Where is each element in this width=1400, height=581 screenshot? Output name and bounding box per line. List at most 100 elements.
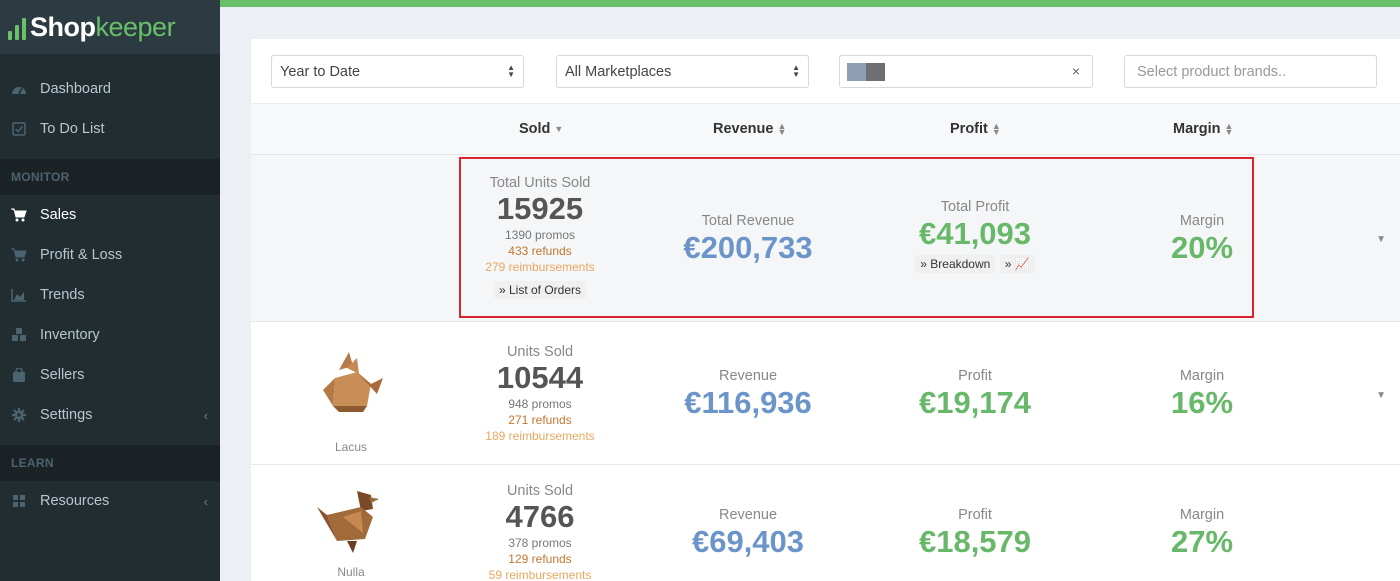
brand-second: keeper [95,11,176,42]
sales-panel: Year to Date ▲ ▼ All Marketplaces ▲ ▼ × Se… [251,39,1400,581]
margin-label: Margin [1179,507,1225,523]
total-profit-value: €41,093 [918,216,1032,251]
units-cell: Units Sold 4766 378 promos 129 refunds 5… [460,483,620,581]
sidebar-item-label: Inventory [40,327,100,343]
total-margin-label: Margin [1179,213,1225,229]
top-accent-bar [220,0,1400,7]
table-header: Sold ▼ Revenue ▲ ▼ Profit ▲ ▼ Margin ▲ ▼ [251,103,1400,155]
revenue-cell: Revenue €69,403 [668,507,828,561]
grid-icon [10,494,28,508]
sidebar-item-dashboard[interactable]: Dashboard [0,69,220,109]
total-margin-value: 20% [1170,230,1234,265]
learn-nav: Resources ‹ [0,481,220,521]
revenue-value: €116,936 [684,385,812,420]
sidebar-item-sales[interactable]: Sales [0,195,220,235]
sidebar-item-sellers[interactable]: Sellers [0,355,220,395]
brand-first: Shop [30,11,96,42]
table-row[interactable]: Lacus Units Sold 10544 948 promos 271 re… [251,322,1400,465]
sidebar-item-todo[interactable]: To Do List [0,109,220,149]
brand-name: Shopkeeper [30,11,176,43]
total-revenue-label: Total Revenue [701,213,795,229]
totals-margin-cell: Margin 20% [1122,213,1282,267]
section-learn-header: LEARN [0,445,220,481]
period-select-value: Year to Date [280,63,361,80]
profit-chart-button[interactable]: » 📈 [999,255,1035,273]
sort-desc-icon: ▼ [554,124,564,134]
monitor-nav: Sales Profit & Loss Trends Inventory Sel… [0,195,220,435]
product-select[interactable]: × [839,55,1093,88]
sidebar-item-settings[interactable]: Settings ‹ [0,395,220,435]
margin-label: Margin [1179,368,1225,384]
chevron-left-icon: ‹ [203,407,208,423]
breakdown-label: Breakdown [930,257,991,271]
sort-icon: ▲ ▼ [991,121,1001,137]
promos: 378 promos [508,536,572,550]
revenue-label: Revenue [718,507,778,523]
sidebar-item-label: Sales [40,207,77,223]
units-cell: Units Sold 10544 948 promos 271 refunds … [460,344,620,444]
refunds: 271 refunds [508,413,572,427]
table-row[interactable]: Nulla Units Sold 4766 378 promos 129 ref… [251,465,1400,581]
units-label: Units Sold [506,483,574,499]
logo[interactable]: Shopkeeper [0,0,220,54]
breakdown-button[interactable]: » Breakdown [915,255,996,273]
promos: 948 promos [508,397,572,411]
checkbox-icon [10,122,28,136]
units-label: Units Sold [506,344,574,360]
product-name: Nulla [337,565,365,579]
total-units-label: Total Units Sold [489,175,591,191]
sidebar-item-inventory[interactable]: Inventory [0,315,220,355]
col-margin-header[interactable]: Margin ▲ ▼ [1173,121,1233,137]
selected-product-chip[interactable] [847,62,885,81]
sidebar-item-label: Dashboard [40,81,111,97]
units-value: 4766 [505,499,575,534]
marketplace-select-value: All Marketplaces [565,63,672,80]
sidebar-item-trends[interactable]: Trends [0,275,220,315]
totals-row[interactable]: Total Units Sold 15925 1390 promos 433 r… [251,155,1400,322]
period-select[interactable]: Year to Date ▲ ▼ [271,55,524,88]
profit-cell: Profit €19,174 [895,368,1055,422]
col-sold-header[interactable]: Sold ▼ [519,121,563,137]
refunds: 129 refunds [508,552,572,566]
clear-icon[interactable]: × [1072,63,1080,79]
marketplace-select[interactable]: All Marketplaces ▲ ▼ [556,55,809,88]
totals-revenue-cell: Total Revenue €200,733 [668,213,828,267]
double-chevron-down-icon: » [498,283,506,297]
list-orders-button[interactable]: » List of Orders [493,281,587,299]
cart-icon [10,248,28,262]
select-arrows-icon: ▲ ▼ [507,63,515,79]
total-refunds: 433 refunds [508,244,572,258]
product-image[interactable] [313,348,389,421]
profit-value: €19,174 [918,385,1032,420]
sidebar-item-label: To Do List [40,121,105,137]
sidebar-nav: Dashboard To Do List [0,69,220,149]
revenue-label: Revenue [718,368,778,384]
select-arrows-icon: ▲ ▼ [792,63,800,79]
caret-down-icon[interactable]: ▼ [1376,390,1386,401]
reimbursements: 189 reimbursements [485,429,595,443]
totals-units-cell: Total Units Sold 15925 1390 promos 433 r… [460,175,620,299]
brand-select-input[interactable]: Select product brands.. [1124,55,1377,88]
profit-label: Profit [958,368,992,384]
sidebar-item-label: Resources [40,493,110,509]
profit-value: €18,579 [918,524,1032,559]
sidebar-item-label: Settings [40,407,93,423]
brand-placeholder: Select product brands.. [1137,63,1287,80]
chevron-left-icon: ‹ [203,493,208,509]
profit-label: Profit [958,507,992,523]
section-monitor-header: MONITOR [0,159,220,195]
reimbursements: 59 reimbursements [488,568,592,581]
product-image[interactable] [313,487,389,560]
sidebar-item-profit-loss[interactable]: Profit & Loss [0,235,220,275]
area-chart-icon: 📈 [1014,257,1030,271]
col-profit-label: Profit [950,121,988,137]
shopping-bag-icon [10,368,28,382]
double-chevron-down-icon: » [920,257,927,271]
list-orders-label: List of Orders [509,283,582,297]
total-profit-label: Total Profit [940,199,1010,215]
sidebar-item-label: Sellers [40,367,85,383]
col-profit-header[interactable]: Profit ▲ ▼ [950,121,1001,137]
caret-down-icon[interactable]: ▼ [1376,234,1386,245]
sidebar-item-resources[interactable]: Resources ‹ [0,481,220,521]
col-revenue-header[interactable]: Revenue ▲ ▼ [713,121,786,137]
